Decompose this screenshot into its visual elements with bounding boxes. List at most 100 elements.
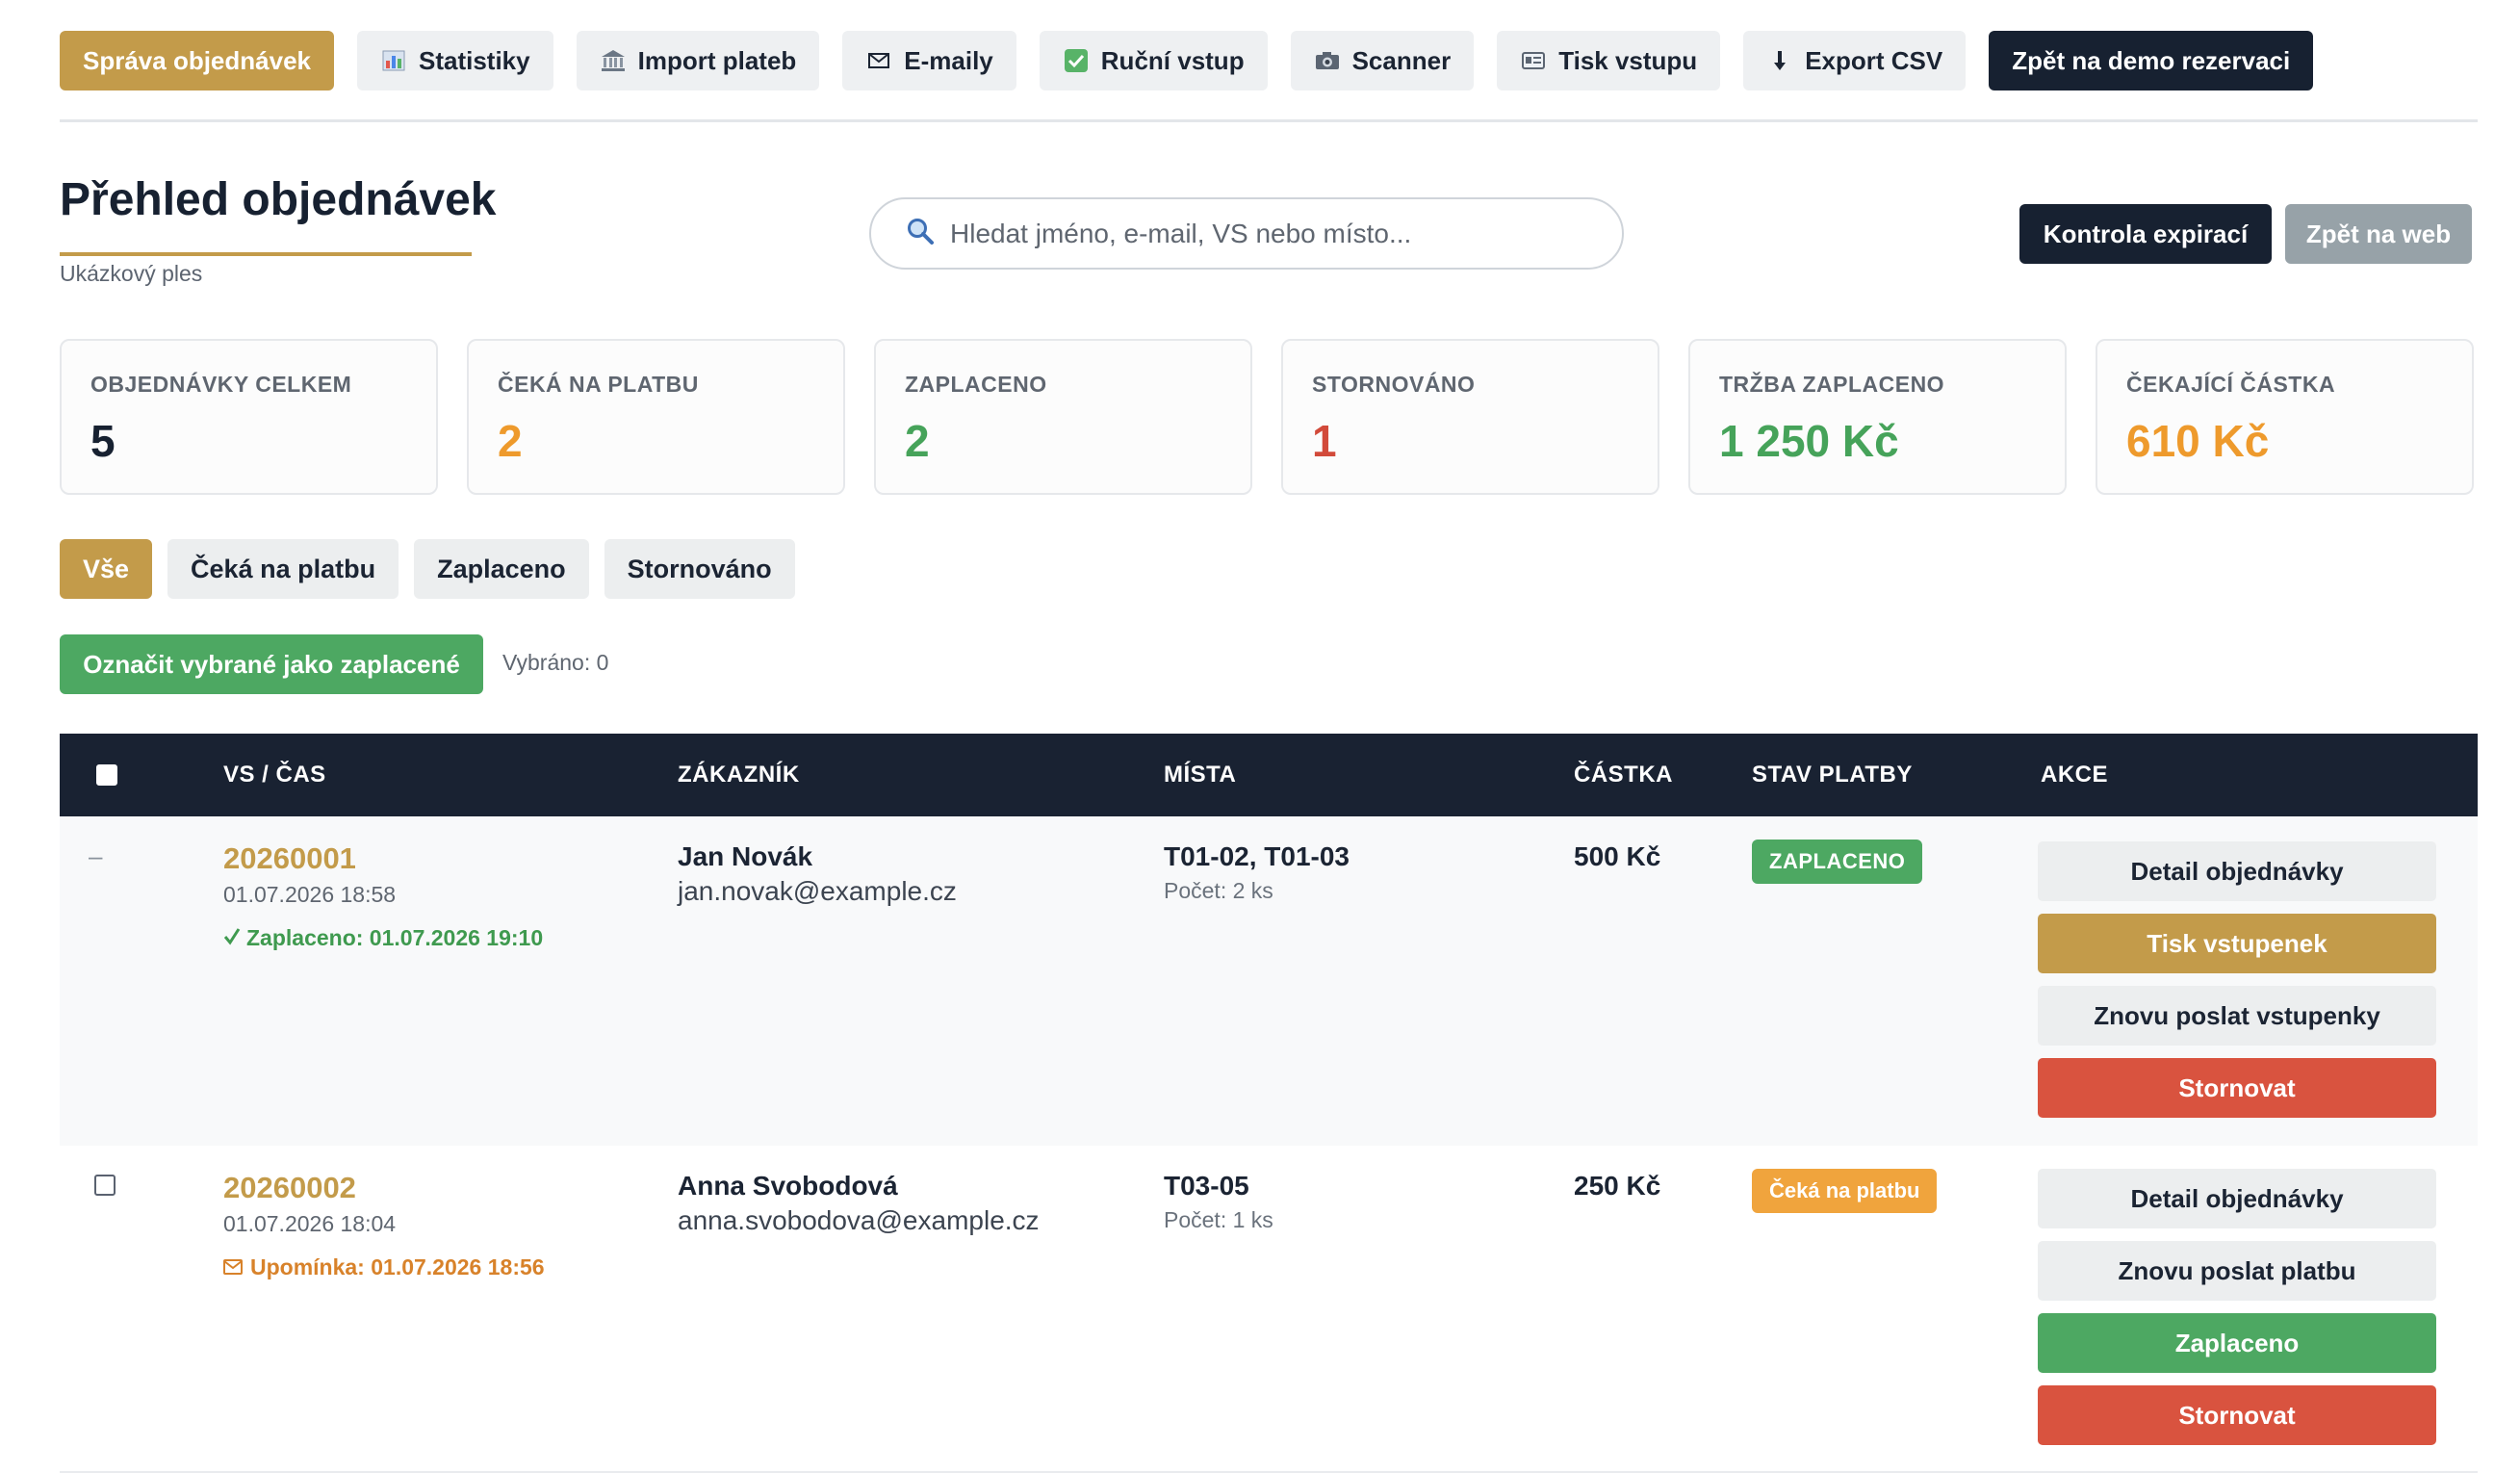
column-header-customer: ZÁKAZNÍK	[678, 762, 800, 788]
filter-paid[interactable]: Zaplaceno	[414, 539, 589, 599]
stat-card-waiting: ČEKÁ NA PLATBU 2	[467, 339, 845, 495]
stat-value: 1 250 Kč	[1719, 416, 1899, 466]
cancel-order-button[interactable]: Stornovat	[2038, 1058, 2436, 1118]
reminder-note: Upomínka: 01.07.2026 18:56	[223, 1254, 545, 1280]
stat-card-paid: ZAPLACENO 2	[874, 339, 1252, 495]
stat-label: ČEKAJÍCÍ ČÁSTKA	[2126, 372, 2336, 397]
stats-row: OBJEDNÁVKY CELKEM 5 ČEKÁ NA PLATBU 2 ZAP…	[60, 339, 2474, 495]
camera-icon	[1314, 48, 1341, 73]
bank-icon	[600, 48, 627, 73]
customer-name: Jan Novák	[678, 841, 813, 871]
filter-waiting[interactable]: Čeká na platbu	[167, 539, 399, 599]
stat-value: 1	[1312, 416, 1337, 466]
select-all-checkbox[interactable]	[96, 764, 117, 786]
customer-cell: Jan Novák jan.novak@example.cz	[678, 841, 957, 907]
download-arrow-icon	[1766, 48, 1793, 73]
nav-entry-print-label: Tisk vstupu	[1558, 45, 1698, 75]
nav-export-csv-label: Export CSV	[1805, 45, 1943, 75]
stat-value: 610 Kč	[2126, 416, 2270, 466]
nav-payment-import-button[interactable]: Import plateb	[576, 31, 820, 90]
nav-statistics-button[interactable]: Statistiky	[357, 31, 553, 90]
row-checkbox[interactable]	[94, 1175, 116, 1196]
order-vs-cell: 20260001 01.07.2026 18:58 Zaplaceno: 01.…	[223, 841, 543, 951]
table-row: 20260002 01.07.2026 18:04 Upomínka: 01.0…	[60, 1146, 2478, 1473]
stat-card-total: OBJEDNÁVKY CELKEM 5	[60, 339, 438, 495]
print-tickets-button[interactable]: Tisk vstupenek	[2038, 914, 2436, 973]
payment-status-cell: Čeká na platbu	[1752, 1169, 1938, 1213]
nav-export-csv-button[interactable]: Export CSV	[1743, 31, 1967, 90]
row-actions: Detail objednávky Tisk vstupenek Znovu p…	[2038, 841, 2436, 1118]
seat-list: T01-02, T01-03	[1164, 841, 1350, 871]
order-vs-link[interactable]: 20260002	[223, 1171, 545, 1205]
status-badge: ZAPLACENO	[1752, 840, 1923, 884]
top-navigation: Správa objednávek Statistiky Import plat…	[60, 31, 2314, 90]
row-actions: Detail objednávky Znovu poslat platbu Za…	[2038, 1169, 2436, 1445]
orders-table-header: VS / ČAS ZÁKAZNÍK MÍSTA ČÁSTKA STAV PLAT…	[60, 734, 2478, 816]
column-header-amount: ČÁSTKA	[1574, 762, 1673, 788]
customer-name: Anna Svobodová	[678, 1171, 898, 1201]
order-detail-button[interactable]: Detail objednávky	[2038, 841, 2436, 901]
column-header-vs: VS / ČAS	[223, 762, 326, 788]
mark-selected-paid-button[interactable]: Označit vybrané jako zaplacené	[60, 634, 483, 694]
envelope-icon	[865, 48, 892, 73]
row-select-cell	[94, 1175, 116, 1201]
bar-chart-icon	[380, 48, 407, 73]
status-filters: Vše Čeká na platbu Zaplaceno Stornováno	[60, 539, 795, 599]
seat-count: Počet: 1 ks	[1164, 1207, 1273, 1232]
nav-divider	[60, 119, 2478, 122]
seats-cell: T01-02, T01-03 Počet: 2 ks	[1164, 841, 1350, 904]
column-header-actions: AKCE	[2041, 762, 2109, 788]
row-select-placeholder: –	[89, 841, 103, 870]
filter-all[interactable]: Vše	[60, 539, 153, 599]
status-badge: Čeká na platbu	[1752, 1169, 1938, 1213]
search-icon	[906, 217, 935, 250]
nav-manual-entry-button[interactable]: Ruční vstup	[1039, 31, 1268, 90]
filter-cancelled[interactable]: Stornováno	[604, 539, 795, 599]
stat-value: 5	[90, 416, 116, 466]
stat-value: 2	[498, 416, 523, 466]
search-input[interactable]	[948, 217, 1622, 250]
nav-entry-print-button[interactable]: Tisk vstupu	[1497, 31, 1721, 90]
order-time: 01.07.2026 18:58	[223, 882, 397, 907]
checkmark-icon	[223, 925, 241, 951]
back-to-web-button[interactable]: Zpět na web	[2285, 204, 2472, 264]
customer-cell: Anna Svobodová anna.svobodova@example.cz	[678, 1171, 1040, 1236]
cancel-order-button[interactable]: Stornovat	[2038, 1385, 2436, 1445]
mark-paid-button[interactable]: Zaplaceno	[2038, 1313, 2436, 1373]
customer-email: jan.novak@example.cz	[678, 876, 957, 906]
checkmark-icon	[1063, 48, 1090, 73]
nav-manual-entry-label: Ruční vstup	[1100, 45, 1245, 75]
order-time: 01.07.2026 18:04	[223, 1211, 397, 1236]
stat-value: 2	[905, 416, 930, 466]
seats-cell: T03-05 Počet: 1 ks	[1164, 1171, 1273, 1233]
stat-card-cancelled: STORNOVÁNO 1	[1281, 339, 1659, 495]
select-all-cell	[96, 734, 117, 816]
resend-payment-button[interactable]: Znovu poslat platbu	[2038, 1241, 2436, 1301]
resend-tickets-button[interactable]: Znovu poslat vstupenky	[2038, 986, 2436, 1046]
order-amount: 250 Kč	[1574, 1171, 1661, 1201]
stat-label: ZAPLACENO	[905, 372, 1047, 397]
nav-scanner-button[interactable]: Scanner	[1290, 31, 1475, 90]
nav-emails-button[interactable]: E-maily	[842, 31, 1016, 90]
seat-list: T03-05	[1164, 1171, 1249, 1201]
nav-scanner-label: Scanner	[1351, 45, 1452, 75]
order-vs-link[interactable]: 20260001	[223, 841, 543, 876]
nav-emails-label: E-maily	[904, 45, 993, 75]
title-underline	[60, 252, 472, 256]
stat-label: OBJEDNÁVKY CELKEM	[90, 372, 352, 397]
nav-order-management-button[interactable]: Správa objednávek	[60, 31, 334, 90]
order-management-page: Správa objednávek Statistiky Import plat…	[0, 0, 2520, 1473]
stat-label: TRŽBA ZAPLACENO	[1719, 372, 1945, 397]
reminder-note-text: Upomínka: 01.07.2026 18:56	[250, 1254, 545, 1279]
page-title: Přehled objednávek	[60, 174, 497, 225]
stat-card-pending-amount: ČEKAJÍCÍ ČÁSTKA 610 Kč	[2096, 339, 2474, 495]
payment-status-cell: ZAPLACENO	[1752, 840, 1923, 884]
nav-back-to-demo-label: Zpět na demo rezervaci	[2012, 45, 2291, 75]
order-detail-button[interactable]: Detail objednávky	[2038, 1169, 2436, 1228]
column-header-seats: MÍSTA	[1164, 762, 1237, 788]
nav-payment-import-label: Import plateb	[637, 45, 797, 75]
column-header-payment-status: STAV PLATBY	[1752, 762, 1913, 788]
nav-back-to-demo-button[interactable]: Zpět na demo rezervaci	[1989, 31, 2314, 90]
search-box[interactable]	[869, 197, 1624, 270]
expiry-check-button[interactable]: Kontrola expirací	[2019, 204, 2272, 264]
